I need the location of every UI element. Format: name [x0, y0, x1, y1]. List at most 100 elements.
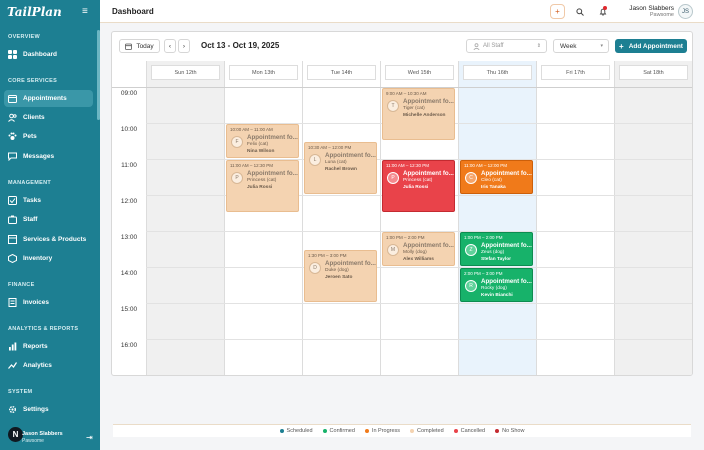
- sidebar-item-dashboard[interactable]: Dashboard: [4, 46, 93, 63]
- day-header-fri[interactable]: Fri 17th: [541, 65, 610, 80]
- appointment-time: 11:00 AM – 12:30 PM: [230, 163, 273, 168]
- appointment-card[interactable]: 10:00 AM – 11:00 AM F Appointment fo... …: [226, 124, 299, 158]
- appointment-title: Appointment fo...: [403, 242, 454, 249]
- header-user-name: Jason Slabbers: [629, 5, 674, 12]
- day-header-sat[interactable]: Sat 18th: [619, 65, 688, 80]
- column-divider: [536, 61, 537, 375]
- appointment-card[interactable]: 11:00 AM – 12:30 PM P Appointment fo... …: [226, 160, 299, 212]
- legend-dot: [279, 429, 284, 433]
- box-icon: [8, 235, 17, 244]
- checklist-icon: [8, 196, 17, 205]
- sidebar-item-invoices[interactable]: Invoices: [4, 294, 93, 311]
- plus-icon: +: [555, 7, 560, 16]
- sidebar-item-reports[interactable]: Reports: [4, 338, 93, 355]
- section-core-services: CORE SERVICES: [8, 78, 58, 84]
- appointment-card[interactable]: 1:30 PM – 3:00 PM D Appointment fo... Du…: [304, 250, 377, 302]
- appointment-time: 10:30 AM – 12:00 PM: [308, 145, 352, 150]
- appointment-card[interactable]: 2:00 PM – 3:00 PM R Appointment fo... Ro…: [460, 268, 533, 302]
- sidebar-scrollbar[interactable]: [97, 30, 100, 120]
- legend-item: Completed: [410, 428, 444, 434]
- appointment-staff: Alex Williams: [403, 257, 434, 262]
- legend-item: Confirmed: [322, 428, 355, 434]
- appointment-title: Appointment fo...: [481, 170, 532, 177]
- appointment-time: 10:00 AM – 11:00 AM: [230, 127, 273, 132]
- appointment-pet: Luna (cat): [325, 160, 347, 165]
- legend-label: Completed: [417, 428, 444, 434]
- pet-avatar: L: [309, 154, 321, 166]
- message-icon: [8, 152, 17, 162]
- menu-toggle-icon[interactable]: ≡: [82, 6, 88, 17]
- appointment-card[interactable]: 11:00 AM – 12:00 PM C Appointment fo... …: [460, 160, 533, 194]
- sidebar-item-tasks[interactable]: Tasks: [4, 192, 93, 209]
- calendar-icon: [125, 43, 133, 50]
- sidebar-item-inventory[interactable]: Inventory: [4, 250, 93, 267]
- sidebar-item-analytics[interactable]: Analytics: [4, 357, 93, 374]
- appointment-title: Appointment fo...: [403, 170, 454, 177]
- section-system: SYSTEM: [8, 389, 33, 395]
- sidebar-item-label: Tasks: [23, 197, 41, 204]
- legend-dot: [322, 429, 327, 433]
- sidebar-item-pets[interactable]: Pets: [4, 128, 93, 145]
- appointment-card[interactable]: 10:30 AM – 12:00 PM L Appointment fo... …: [304, 142, 377, 194]
- pet-avatar: M: [387, 244, 399, 256]
- search-button[interactable]: [572, 4, 587, 19]
- next-week-button[interactable]: ›: [178, 39, 190, 53]
- column-divider: [458, 61, 459, 375]
- sidebar-item-label: Services & Products: [23, 236, 87, 243]
- appointment-staff: Stefan Taylor: [481, 257, 512, 262]
- legend-label: Confirmed: [329, 428, 355, 434]
- column-divider: [380, 61, 381, 375]
- app-logo[interactable]: TailPlan: [7, 5, 62, 19]
- logout-icon[interactable]: ⇥: [86, 433, 93, 442]
- appointment-card[interactable]: 9:00 AM – 10:30 AM T Appointment fo... T…: [382, 88, 455, 140]
- column-divider: [302, 61, 303, 375]
- hour-line: [146, 375, 693, 376]
- pet-avatar: C: [465, 172, 477, 184]
- add-appointment-button[interactable]: + Add Appointment: [615, 39, 687, 53]
- appointment-card[interactable]: 1:00 PM – 2:00 PM M Appointment fo... Mo…: [382, 232, 455, 266]
- user-icon: [473, 42, 480, 50]
- day-header-wed[interactable]: Wed 15th: [385, 65, 454, 80]
- day-header-mon[interactable]: Mon 13th: [229, 65, 298, 80]
- staff-filter-select[interactable]: All Staff ⇕: [466, 39, 547, 53]
- pet-avatar: D: [309, 262, 321, 274]
- sidebar-item-label: Pets: [23, 133, 37, 140]
- appointment-staff: Jeroen Sato: [325, 275, 353, 280]
- appointment-card[interactable]: 11:00 AM – 12:30 PM P Appointment fo... …: [382, 160, 455, 212]
- sidebar-item-label: Reports: [23, 343, 48, 350]
- appointment-staff: Rachel Brown: [325, 167, 357, 172]
- time-label: 11:00: [121, 162, 137, 169]
- sidebar-item-settings[interactable]: Settings: [4, 401, 93, 418]
- staff-icon: [8, 215, 17, 224]
- time-label: 14:00: [120, 270, 138, 277]
- day-header-sun[interactable]: Sun 12th: [151, 65, 220, 80]
- sidebar-item-messages[interactable]: Messages: [4, 148, 93, 165]
- sidebar-item-appointments[interactable]: Appointments: [4, 90, 93, 107]
- app-root: TailPlan ≡ OVERVIEW Dashboard CORE SERVI…: [0, 0, 704, 450]
- hour-line: [146, 339, 692, 340]
- sidebar-item-staff[interactable]: Staff: [4, 211, 93, 228]
- legend-label: In Progress: [371, 428, 401, 434]
- today-button[interactable]: Today: [119, 39, 160, 53]
- prev-week-button[interactable]: ‹: [164, 39, 176, 53]
- trend-icon: [8, 361, 17, 370]
- sidebar-item-clients[interactable]: Clients: [4, 109, 93, 126]
- hour-line: [146, 267, 692, 268]
- quick-add-button[interactable]: +: [550, 4, 565, 19]
- day-header-tue[interactable]: Tue 14th: [307, 65, 376, 80]
- appointment-pet: Tiger (cat): [403, 106, 425, 111]
- legend-label: Scheduled: [286, 428, 313, 434]
- appointment-card[interactable]: 1:00 PM – 2:00 PM Z Appointment fo... Ze…: [460, 232, 533, 266]
- column-divider: [146, 61, 147, 375]
- appointment-pet: Princess (cat): [403, 178, 433, 183]
- status-legend: Scheduled Confirmed In Progress Complete…: [113, 424, 691, 437]
- day-header-thu[interactable]: Thu 16th: [463, 65, 532, 80]
- appointment-title: Appointment fo...: [403, 98, 454, 105]
- sidebar-item-services-products[interactable]: Services & Products: [4, 231, 93, 248]
- legend-dot: [453, 429, 458, 433]
- appointment-title: Appointment fo...: [247, 170, 298, 177]
- header-avatar[interactable]: JS: [678, 4, 693, 19]
- view-select[interactable]: Week ▾: [553, 39, 609, 53]
- sidebar-item-label: Analytics: [23, 362, 52, 369]
- appointment-staff: Kevin Bianchi: [481, 293, 513, 298]
